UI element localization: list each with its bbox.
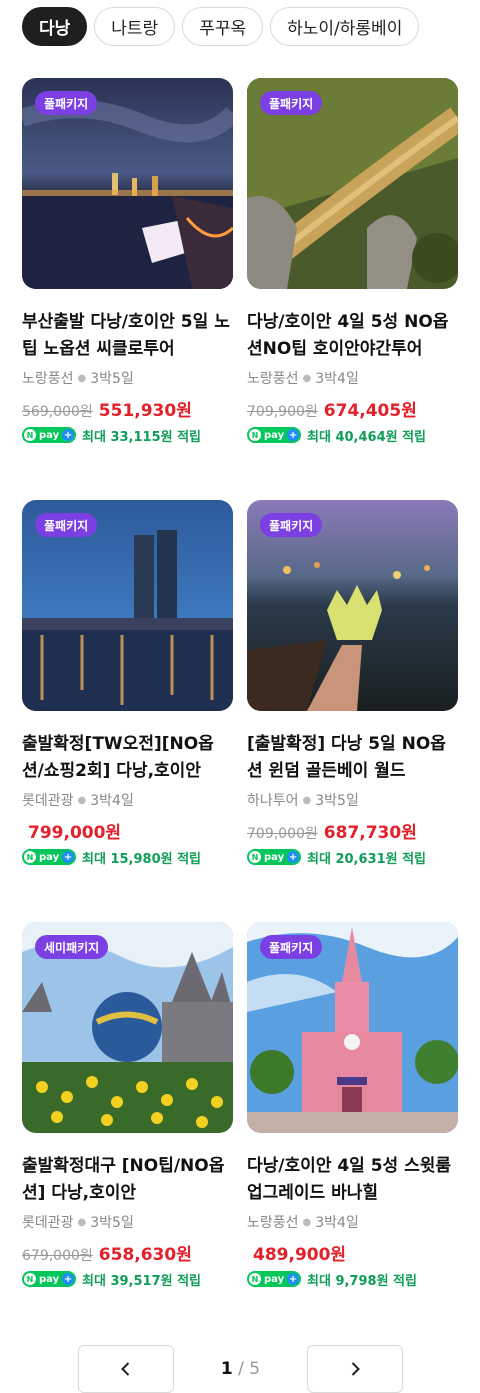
package-badge: 풀패키지 (260, 935, 323, 959)
reward-text: 최대 20,631원 적립 (307, 851, 427, 867)
product-grid: 풀패키지 부산출발 다낭/호이안 5일 노팁 노옵션 씨클로투어 노랑풍선 ● 3박… (22, 78, 458, 1290)
trip-duration: 3박5일 (90, 371, 134, 387)
sale-price: 799,000원 (28, 823, 122, 843)
original-price: 569,000원 (22, 404, 93, 420)
npay-reward: Npay + 최대 33,115원 적립 (22, 426, 233, 445)
sale-price: 489,900원 (253, 1245, 347, 1265)
product-image[interactable]: 풀패키지 (247, 922, 458, 1133)
next-page-button[interactable] (307, 1345, 403, 1393)
price-row: 489,900원 (247, 1240, 458, 1265)
npay-reward: Npay + 최대 39,517원 적립 (22, 1270, 233, 1289)
package-badge: 세미패키지 (35, 935, 109, 959)
separator-dot: ● (302, 372, 312, 384)
agency-name: 하나투어 (247, 793, 299, 809)
package-badge: 풀패키지 (260, 513, 323, 537)
original-price: 679,000원 (22, 1248, 93, 1264)
reward-text: 최대 15,980원 적립 (82, 851, 202, 867)
original-price: 709,000원 (247, 826, 318, 842)
page-separator: / (238, 1359, 244, 1379)
separator-dot: ● (302, 1216, 312, 1228)
product-card[interactable]: 풀패키지 부산출발 다낭/호이안 5일 노팁 노옵션 씨클로투어 노랑풍선 ● 3박… (22, 78, 233, 446)
price-row: 799,000원 (22, 818, 233, 843)
tab-danang[interactable]: 다낭 (22, 7, 88, 46)
package-badge: 풀패키지 (260, 91, 323, 115)
reward-text: 최대 9,798원 적립 (307, 1273, 417, 1289)
separator-dot: ● (302, 794, 312, 806)
agency-name: 노랑풍선 (247, 1215, 299, 1231)
product-image[interactable]: 풀패키지 (247, 78, 458, 289)
product-card[interactable]: 풀패키지 출발확정[TW오전][NO옵션/쇼핑2회] 다낭,호이안 롯데관광 ● 3… (22, 500, 233, 868)
agency-name: 롯데관광 (22, 793, 74, 809)
npay-plus-icon: Npay + (247, 427, 301, 443)
trip-duration: 3박5일 (90, 1215, 134, 1231)
sale-price: 658,630원 (98, 1245, 192, 1265)
npay-plus-icon: Npay + (22, 427, 76, 443)
separator-dot: ● (77, 1216, 87, 1228)
tab-hanoi-halong[interactable]: 하노이/하롱베이 (270, 7, 420, 46)
product-title[interactable]: 다낭/호이안 4일 5성 NO옵션NO팁 호이안야간투어 (247, 309, 458, 363)
tab-phuquoc[interactable]: 푸꾸옥 (182, 7, 264, 46)
product-meta: 하나투어 ● 3박5일 (247, 790, 458, 810)
package-badge: 풀패키지 (35, 91, 98, 115)
page-indicator: 1 / 5 (174, 1359, 307, 1379)
agency-name: 롯데관광 (22, 1215, 74, 1231)
reward-text: 최대 40,464원 적립 (307, 429, 427, 445)
product-image[interactable]: 풀패키지 (247, 500, 458, 711)
price-row: 569,000원 551,930원 (22, 396, 233, 421)
separator-dot: ● (77, 372, 87, 384)
current-page: 1 (220, 1359, 233, 1379)
product-meta: 롯데관광 ● 3박5일 (22, 1212, 233, 1232)
npay-reward: Npay + 최대 20,631원 적립 (247, 848, 458, 867)
product-image[interactable]: 세미패키지 (22, 922, 233, 1133)
product-meta: 노랑풍선 ● 3박4일 (247, 1212, 458, 1232)
trip-duration: 3박5일 (315, 793, 359, 809)
prev-page-button[interactable] (78, 1345, 174, 1393)
npay-reward: Npay + 최대 15,980원 적립 (22, 848, 233, 867)
pagination: 1 / 5 (78, 1345, 403, 1393)
separator-dot: ● (77, 794, 87, 806)
reward-text: 최대 33,115원 적립 (82, 429, 202, 445)
tab-nhatrang[interactable]: 나트랑 (94, 7, 176, 46)
chevron-left-icon (121, 1362, 130, 1376)
total-pages: 5 (249, 1359, 261, 1379)
destination-tabs: 다낭 나트랑 푸꾸옥 하노이/하롱베이 (22, 7, 420, 46)
product-meta: 롯데관광 ● 3박4일 (22, 790, 233, 810)
product-image[interactable]: 풀패키지 (22, 500, 233, 711)
product-title[interactable]: 출발확정[TW오전][NO옵션/쇼핑2회] 다낭,호이안 (22, 731, 233, 785)
product-card[interactable]: 풀패키지 다낭/호이안 4일 5성 스윗룸업그레이드 바나힐 노랑풍선 ● 3박4일… (247, 922, 458, 1290)
product-meta: 노랑풍선 ● 3박5일 (22, 368, 233, 388)
npay-plus-icon: Npay + (22, 1271, 76, 1287)
product-title[interactable]: [출발확정] 다낭 5일 NO옵션 윈덤 골든베이 월드 (247, 731, 458, 785)
chevron-right-icon (351, 1362, 360, 1376)
sale-price: 551,930원 (98, 401, 192, 421)
trip-duration: 3박4일 (315, 371, 359, 387)
price-row: 709,900원 674,405원 (247, 396, 458, 421)
npay-reward: Npay + 최대 9,798원 적립 (247, 1270, 458, 1289)
product-meta: 노랑풍선 ● 3박4일 (247, 368, 458, 388)
price-row: 709,000원 687,730원 (247, 818, 458, 843)
package-badge: 풀패키지 (35, 513, 98, 537)
product-card[interactable]: 풀패키지 [출발확정] 다낭 5일 NO옵션 윈덤 골든베이 월드 하나투어 ● 3… (247, 500, 458, 868)
product-title[interactable]: 다낭/호이안 4일 5성 스윗룸업그레이드 바나힐 (247, 1153, 458, 1207)
sale-price: 674,405원 (323, 401, 417, 421)
agency-name: 노랑풍선 (22, 371, 74, 387)
price-row: 679,000원 658,630원 (22, 1240, 233, 1265)
agency-name: 노랑풍선 (247, 371, 299, 387)
product-title[interactable]: 부산출발 다낭/호이안 5일 노팁 노옵션 씨클로투어 (22, 309, 233, 363)
npay-plus-icon: Npay + (247, 1271, 301, 1287)
product-card[interactable]: 풀패키지 다낭/호이안 4일 5성 NO옵션NO팁 호이안야간투어 노랑풍선 ● 3… (247, 78, 458, 446)
npay-reward: Npay + 최대 40,464원 적립 (247, 426, 458, 445)
trip-duration: 3박4일 (90, 793, 134, 809)
trip-duration: 3박4일 (315, 1215, 359, 1231)
npay-plus-icon: Npay + (22, 849, 76, 865)
npay-plus-icon: Npay + (247, 849, 301, 865)
sale-price: 687,730원 (323, 823, 417, 843)
original-price: 709,900원 (247, 404, 318, 420)
product-image[interactable]: 풀패키지 (22, 78, 233, 289)
product-title[interactable]: 출발확정대구 [NO팁/NO옵션] 다낭,호이안 (22, 1153, 233, 1207)
product-card[interactable]: 세미패키지 출발확정대구 [NO팁/NO옵션] 다낭,호이안 롯데관광 ● 3박5일… (22, 922, 233, 1290)
reward-text: 최대 39,517원 적립 (82, 1273, 202, 1289)
